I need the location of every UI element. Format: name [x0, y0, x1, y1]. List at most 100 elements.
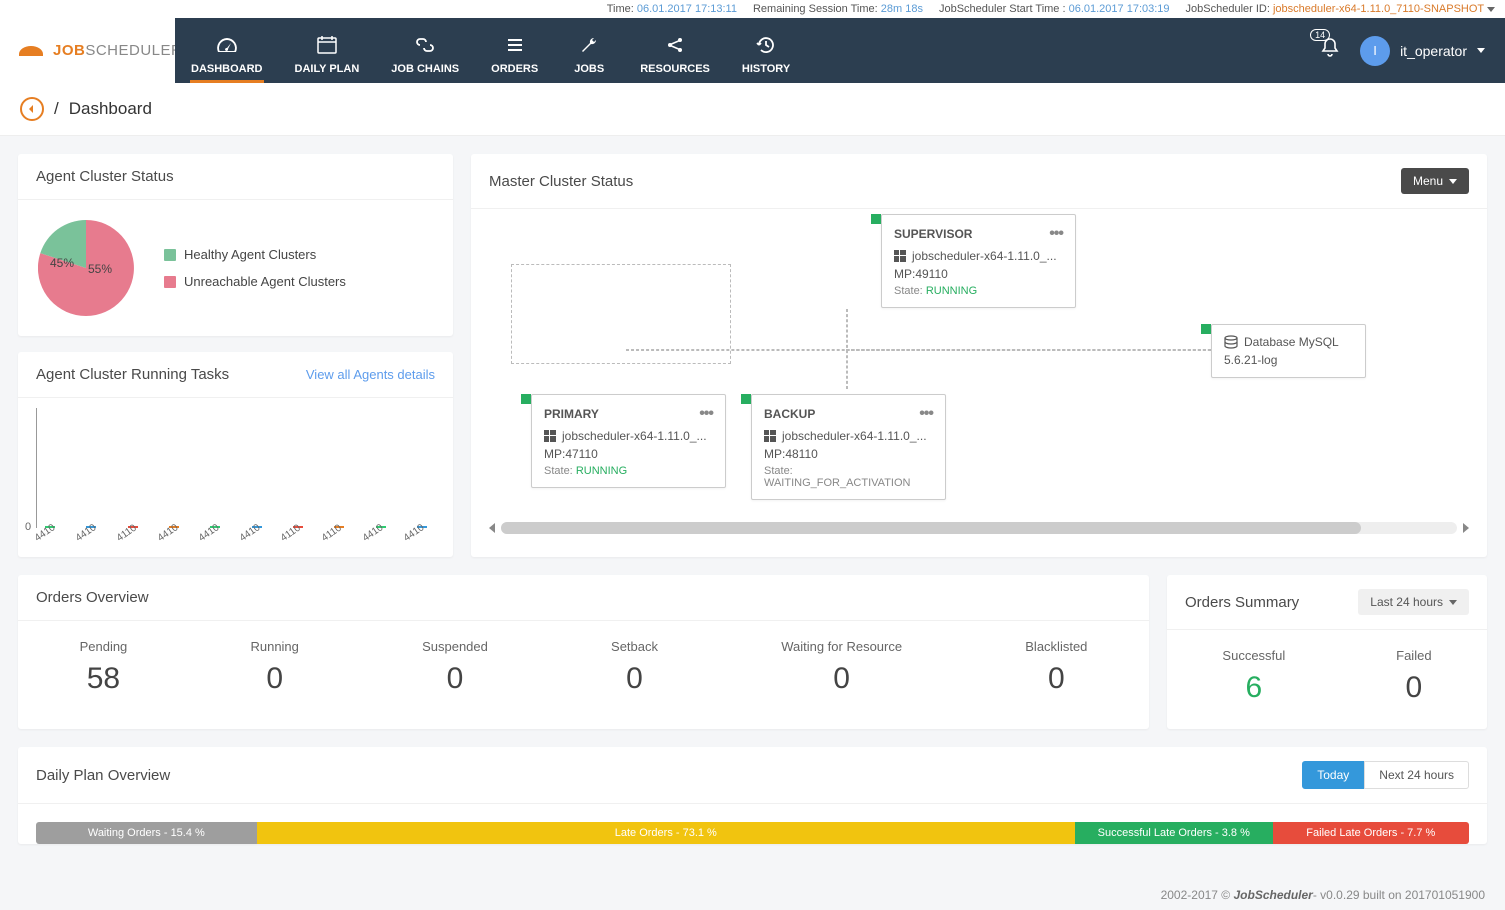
chevron-down-icon: [1449, 179, 1457, 184]
daily-plan-progress: Waiting Orders - 15.4 % Late Orders - 73…: [36, 822, 1469, 844]
nav-dashboard[interactable]: DASHBOARD: [175, 18, 279, 83]
history-icon: [756, 36, 776, 59]
nav-history[interactable]: HISTORY: [726, 18, 806, 83]
scroll-left-icon[interactable]: [489, 523, 495, 533]
more-icon[interactable]: •••: [919, 405, 933, 423]
header: JOBSCHEDULER DASHBOARD DAILY PLAN JOB CH…: [0, 18, 1505, 83]
nav-label: DAILY PLAN: [295, 63, 360, 75]
start-value: 06.01.2017 17:03:19: [1069, 3, 1170, 15]
seg-late[interactable]: Late Orders - 73.1 %: [257, 822, 1075, 844]
swatch-icon: [164, 249, 176, 261]
scroll-right-icon[interactable]: [1463, 523, 1469, 533]
breadcrumb: / Dashboard: [20, 97, 1485, 121]
stat-suspended[interactable]: Suspended0: [422, 639, 488, 696]
chevron-down-icon: [1449, 600, 1457, 605]
panel-title: Agent Cluster Running Tasks: [36, 366, 229, 383]
time-range-dropdown[interactable]: Last 24 hours: [1358, 589, 1469, 615]
nav-jobs[interactable]: JOBS: [554, 18, 624, 83]
view-agents-link[interactable]: View all Agents details: [306, 367, 435, 382]
list-icon: [506, 36, 524, 59]
start-label: JobScheduler Start Time :: [939, 3, 1066, 15]
back-button[interactable]: [20, 97, 44, 121]
stat-pending[interactable]: Pending58: [80, 639, 128, 696]
tab-next-24h[interactable]: Next 24 hours: [1364, 761, 1469, 789]
nav-label: JOBS: [574, 63, 604, 75]
pie-label-unreachable: 55%: [88, 262, 112, 276]
top-info-bar: Time: 06.01.2017 17:13:11 Remaining Sess…: [0, 0, 1505, 18]
nav-orders[interactable]: ORDERS: [475, 18, 554, 83]
agent-status-pie: 45% 55%: [38, 220, 134, 316]
wrench-icon: [580, 36, 598, 59]
breadcrumb-sep: /: [54, 99, 59, 119]
pie-legend: Healthy Agent Clusters Unreachable Agent…: [164, 247, 346, 289]
nav-resources[interactable]: RESOURCES: [624, 18, 726, 83]
nav-label: ORDERS: [491, 63, 538, 75]
chain-icon: [414, 36, 436, 59]
time-label: Time:: [607, 3, 634, 15]
cluster-diagram[interactable]: SUPERVISOR••• jobscheduler-x64-1.11.0_..…: [471, 209, 1487, 519]
pie-label-healthy: 45%: [50, 256, 74, 270]
logo-text-2: SCHEDULER: [85, 42, 182, 59]
session-label: Remaining Session Time:: [753, 3, 878, 15]
node-primary[interactable]: PRIMARY••• jobscheduler-x64-1.11.0_... M…: [531, 394, 726, 488]
scroll-thumb[interactable]: [501, 522, 1361, 534]
nav-right: 14 I it_operator: [1320, 18, 1505, 83]
logo-area[interactable]: JOBSCHEDULER: [0, 18, 175, 83]
logo-icon: [15, 42, 47, 60]
breadcrumb-bar: / Dashboard: [0, 83, 1505, 136]
node-database[interactable]: Database MySQL 5.6.21-log: [1211, 324, 1366, 378]
nav-label: RESOURCES: [640, 63, 710, 75]
panel-title: Master Cluster Status: [489, 173, 633, 190]
node-backup[interactable]: BACKUP••• jobscheduler-x64-1.11.0_... MP…: [751, 394, 946, 500]
stat-setback[interactable]: Setback0: [611, 639, 658, 696]
more-icon[interactable]: •••: [699, 405, 713, 423]
panel-title: Orders Summary: [1185, 594, 1299, 611]
status-indicator: [1201, 324, 1211, 334]
scroll-track[interactable]: [501, 522, 1457, 534]
database-icon: [1224, 335, 1238, 349]
stat-failed[interactable]: Failed0: [1396, 648, 1431, 705]
panel-title: Agent Cluster Status: [18, 154, 453, 200]
tab-today[interactable]: Today: [1302, 761, 1364, 789]
nav-label: JOB CHAINS: [391, 63, 459, 75]
stat-waiting[interactable]: Waiting for Resource0: [781, 639, 902, 696]
master-menu-button[interactable]: Menu: [1401, 168, 1469, 194]
username: it_operator: [1400, 43, 1467, 59]
notifications-button[interactable]: 14: [1320, 37, 1340, 65]
horizontal-scrollbar[interactable]: [481, 519, 1477, 537]
seg-success-late[interactable]: Successful Late Orders - 3.8 %: [1075, 822, 1273, 844]
chevron-down-icon: [1477, 48, 1485, 53]
y-axis-label: 0: [25, 521, 31, 533]
avatar: I: [1360, 36, 1390, 66]
status-indicator: [871, 214, 881, 224]
gauge-icon: [216, 36, 238, 59]
nav-daily-plan[interactable]: DAILY PLAN: [279, 18, 376, 83]
windows-icon: [544, 430, 556, 442]
scheduler-id-selector[interactable]: JobScheduler ID: jobscheduler-x64-1.11.0…: [1186, 3, 1495, 15]
status-indicator: [521, 394, 531, 404]
calendar-icon: [317, 36, 337, 59]
legend-item: Healthy Agent Clusters: [164, 247, 346, 262]
user-menu[interactable]: I it_operator: [1360, 36, 1485, 66]
stat-successful[interactable]: Successful6: [1222, 648, 1285, 705]
stat-blacklisted[interactable]: Blacklisted0: [1025, 639, 1087, 696]
stat-running[interactable]: Running0: [250, 639, 298, 696]
status-indicator: [741, 394, 751, 404]
daily-plan-panel: Daily Plan Overview Today Next 24 hours …: [18, 747, 1487, 844]
panel-title: Orders Overview: [18, 575, 1149, 621]
logo-text-1: JOB: [53, 42, 85, 59]
nav-job-chains[interactable]: JOB CHAINS: [375, 18, 475, 83]
seg-waiting[interactable]: Waiting Orders - 15.4 %: [36, 822, 257, 844]
windows-icon: [764, 430, 776, 442]
scheduler-id-value: jobscheduler-x64-1.11.0_7110-SNAPSHOT: [1273, 3, 1484, 15]
legend-item: Unreachable Agent Clusters: [164, 274, 346, 289]
orders-overview-panel: Orders Overview Pending58 Running0 Suspe…: [18, 575, 1149, 729]
swatch-icon: [164, 276, 176, 288]
more-icon[interactable]: •••: [1049, 225, 1063, 243]
running-tasks-panel: Agent Cluster Running Tasks View all Age…: [18, 352, 453, 557]
node-supervisor[interactable]: SUPERVISOR••• jobscheduler-x64-1.11.0_..…: [881, 214, 1076, 308]
page-title: Dashboard: [69, 99, 152, 119]
nav-label: DASHBOARD: [191, 63, 263, 75]
notification-count: 14: [1310, 29, 1330, 41]
seg-failed-late[interactable]: Failed Late Orders - 7.7 %: [1273, 822, 1469, 844]
